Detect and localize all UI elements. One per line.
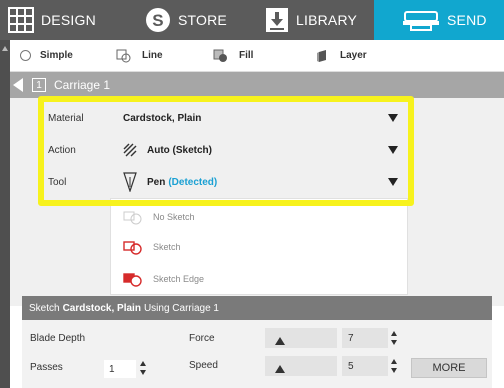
force-label: Force — [189, 333, 215, 344]
speed-down-icon[interactable] — [391, 368, 397, 373]
force-field[interactable]: 7 — [342, 328, 388, 348]
fill-mode-icon — [213, 49, 229, 63]
passes-up-icon[interactable] — [140, 361, 146, 366]
action-label: Action — [48, 144, 76, 156]
tab-design-label: DESIGN — [41, 12, 96, 28]
passes-value: 1 — [109, 363, 115, 375]
action-row[interactable]: Action Auto (Sketch) — [10, 134, 504, 166]
option-no-sketch-label: No Sketch — [153, 212, 195, 222]
tab-send[interactable]: SEND — [374, 0, 504, 40]
force-up-icon[interactable] — [391, 331, 397, 336]
tool-label: Tool — [48, 176, 67, 188]
material-value: Cardstock, Plain — [123, 112, 202, 124]
option-no-sketch[interactable]: No Sketch — [123, 209, 195, 225]
tool-dropdown-arrow-icon[interactable] — [388, 178, 398, 186]
material-row[interactable]: Material Cardstock, Plain — [10, 102, 504, 134]
sketch-summary-bar: Sketch Cardstock, Plain Using Carriage 1 — [22, 296, 492, 320]
option-sketch-edge[interactable]: Sketch Edge — [123, 271, 204, 287]
speed-up-icon[interactable] — [391, 359, 397, 364]
tab-design[interactable]: DESIGN — [0, 0, 125, 40]
collapse-up-icon[interactable] — [2, 46, 8, 51]
force-stepper[interactable] — [391, 328, 399, 348]
force-slider[interactable] — [265, 328, 337, 348]
material-label: Material — [48, 112, 84, 124]
passes-down-icon[interactable] — [140, 370, 146, 375]
action-dropdown-arrow-icon[interactable] — [388, 146, 398, 154]
mode-simple-label: Simple — [40, 50, 73, 61]
svg-text:S: S — [152, 11, 164, 30]
tab-store[interactable]: S STORE — [125, 0, 249, 40]
option-sketch-edge-label: Sketch Edge — [153, 274, 205, 284]
library-download-icon — [265, 7, 289, 33]
tool-value: Pen — [147, 176, 166, 188]
grid-icon — [8, 7, 34, 33]
force-slider-knob[interactable] — [275, 337, 285, 345]
option-sketch-label: Sketch — [153, 242, 181, 252]
no-sketch-icon — [123, 209, 143, 225]
tab-library-label: LIBRARY — [296, 12, 358, 28]
speed-value: 5 — [348, 360, 354, 372]
top-nav: DESIGN S STORE LIBRARY SEND — [0, 0, 504, 40]
summary-prefix: Sketch — [29, 302, 60, 314]
sketch-icon — [123, 239, 143, 255]
option-sketch[interactable]: Sketch — [123, 239, 181, 255]
action-select[interactable]: Auto (Sketch) — [123, 143, 212, 157]
speed-label: Speed — [189, 360, 218, 371]
tab-library[interactable]: LIBRARY — [249, 0, 374, 40]
force-value: 7 — [348, 332, 354, 344]
speed-stepper[interactable] — [391, 356, 399, 376]
passes-field[interactable]: 1 — [104, 360, 136, 378]
mode-simple[interactable]: Simple — [20, 50, 73, 61]
tab-send-label: SEND — [447, 12, 487, 28]
more-button[interactable]: MORE — [411, 358, 487, 378]
mode-layer[interactable]: Layer — [316, 49, 367, 63]
material-select[interactable]: Cardstock, Plain — [123, 113, 201, 124]
mode-fill[interactable]: Fill — [213, 49, 253, 63]
carriage-number: 1 — [32, 78, 46, 92]
speed-slider[interactable] — [265, 356, 337, 376]
silhouette-s-icon: S — [145, 7, 171, 33]
force-down-icon[interactable] — [391, 340, 397, 345]
cut-parameters-panel: Blade Depth Force 7 Passes 1 Speed 5 MOR… — [22, 320, 492, 388]
mode-line-label: Line — [142, 50, 163, 61]
back-arrow-icon[interactable] — [13, 78, 23, 92]
mode-line[interactable]: Line — [116, 49, 163, 63]
speed-field[interactable]: 5 — [342, 356, 388, 376]
passes-label: Passes — [30, 362, 63, 373]
action-options-list: No Sketch Sketch Sketch Edge — [110, 198, 408, 295]
mode-layer-label: Layer — [340, 50, 367, 61]
carriage-label: Carriage 1 — [54, 78, 111, 92]
summary-material: Cardstock, Plain — [62, 302, 141, 314]
pen-tool-icon — [123, 172, 137, 192]
summary-suffix: Using Carriage 1 — [143, 302, 219, 314]
layer-mode-icon — [316, 49, 330, 63]
radio-icon[interactable] — [20, 50, 31, 61]
left-panel-strip — [0, 40, 10, 388]
tab-store-label: STORE — [178, 12, 227, 28]
carriage-header[interactable]: 1 Carriage 1 — [10, 72, 504, 98]
blade-depth-label: Blade Depth — [30, 333, 86, 344]
action-value: Auto (Sketch) — [147, 144, 212, 156]
passes-stepper[interactable] — [140, 358, 148, 378]
speed-slider-knob[interactable] — [275, 365, 285, 373]
mode-fill-label: Fill — [239, 50, 254, 61]
line-mode-icon — [116, 49, 132, 63]
material-dropdown-arrow-icon[interactable] — [388, 114, 398, 122]
tool-detected-status: (Detected) — [168, 176, 218, 188]
cutter-send-icon — [402, 8, 440, 32]
tool-row[interactable]: Tool Pen (Detected) — [10, 166, 504, 198]
sketch-edge-icon — [123, 271, 143, 287]
sketch-hatch-icon — [123, 143, 137, 157]
send-mode-bar: Simple Line Fill Layer — [10, 40, 504, 72]
tool-select[interactable]: Pen (Detected) — [123, 172, 217, 192]
